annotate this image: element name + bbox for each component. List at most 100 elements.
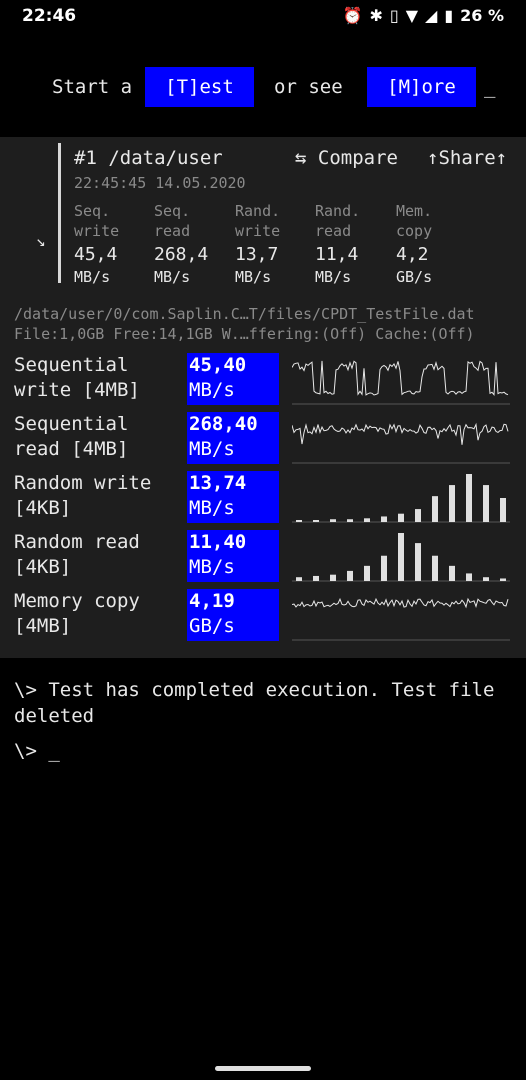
summary-label: Mem. — [396, 202, 433, 220]
summary-label: Seq. — [154, 202, 191, 220]
summary-value: 13,7 — [235, 244, 279, 265]
command-line: Start a [T]est or see [M]ore _ — [0, 66, 526, 108]
histogram-bar — [500, 498, 506, 522]
summary-unit: MB/s — [235, 268, 272, 286]
test-name: Sequential read [4MB] — [14, 413, 129, 460]
summary-unit: MB/s — [154, 268, 191, 286]
test-name: Memory copy [4MB] — [14, 590, 140, 637]
test-file-path: /data/user/0/com.Saplin.C…T/files/CPDT_T… — [14, 305, 475, 323]
test-name: Random write [4KB] — [14, 472, 152, 519]
histogram-bar — [398, 533, 404, 581]
summary-label: write — [74, 222, 120, 240]
summary-label: copy — [396, 222, 433, 240]
test-score: 11,40 MB/s — [187, 530, 279, 582]
histogram-bar — [364, 518, 370, 522]
results-panel: ↘ #1 /data/user ⇆ Compare ↑Share↑ 22:45:… — [0, 137, 526, 658]
compare-button[interactable]: ⇆ Compare — [295, 147, 398, 169]
result-timestamp: 22:45:45 14.05.2020 — [74, 174, 246, 192]
test-file-info: /data/user/0/com.Saplin.C…T/files/CPDT_T… — [14, 304, 475, 344]
histogram-bar — [432, 555, 438, 581]
histogram-bar — [330, 519, 336, 522]
summary-value: 11,4 — [315, 244, 359, 265]
seq-write-graph — [292, 360, 510, 405]
test-row-rand-read: Random read [4KB] 11,40 MB/s — [0, 530, 526, 582]
histogram-bar — [313, 575, 319, 581]
histogram-bar — [415, 543, 421, 581]
battery-percent: 26 % — [460, 6, 504, 25]
summary-label: read — [315, 222, 352, 240]
summary-seq-write: Seq. write 45,4 MB/s — [74, 201, 154, 287]
summary-mem-copy: Mem. copy 4,2 GB/s — [396, 201, 476, 287]
status-bar: 22:46 ⏰ ✱ ▯ ▼ ◢ ▮ 26 % — [0, 0, 526, 34]
summary-value: 268,4 — [154, 244, 209, 265]
histogram-bar — [449, 565, 455, 581]
cursor: _ — [484, 76, 496, 98]
graph-line — [292, 360, 509, 396]
test-score: 45,40 MB/s — [187, 353, 279, 405]
histogram-bar — [347, 570, 353, 581]
vibrate-icon: ▯ — [389, 6, 399, 25]
signal-icon: ◢ — [425, 6, 438, 25]
histogram-bar — [449, 485, 455, 522]
graph-line — [292, 597, 509, 609]
test-row-mem-copy: Memory copy [4MB] 4,19 GB/s — [0, 589, 526, 641]
battery-icon: ▮ — [444, 6, 454, 25]
histogram-bar — [313, 520, 319, 522]
result-divider — [58, 143, 61, 283]
console-message: \> Test has completed execution. Test fi… — [14, 679, 495, 727]
summary-label: Seq. — [74, 202, 111, 220]
wifi-icon: ▼ — [405, 6, 418, 25]
more-button[interactable]: [M]ore — [367, 67, 476, 107]
result-title: #1 /data/user — [74, 147, 223, 169]
histogram-bar — [330, 574, 336, 581]
histogram-bar — [296, 577, 302, 581]
histogram-bar — [483, 485, 489, 522]
test-score: 4,19 GB/s — [187, 589, 279, 641]
bluetooth-icon: ✱ — [369, 6, 383, 25]
gesture-nav-bar[interactable] — [215, 1066, 311, 1071]
test-score: 268,40 MB/s — [187, 412, 279, 464]
seq-read-graph — [292, 422, 510, 464]
share-button[interactable]: ↑Share↑ — [427, 147, 507, 169]
test-score: 13,74 MB/s — [187, 471, 279, 523]
histogram-bar — [415, 509, 421, 522]
summary-rand-write: Rand. write 13,7 MB/s — [235, 201, 315, 287]
command-middle: or see — [274, 76, 343, 98]
histogram-bar — [432, 496, 438, 522]
test-name: Sequential write [4MB] — [14, 354, 140, 401]
summary-value: 4,2 — [396, 244, 429, 265]
summary-label: read — [154, 222, 191, 240]
summary-seq-read: Seq. read 268,4 MB/s — [154, 201, 234, 287]
summary-unit: MB/s — [315, 268, 352, 286]
start-test-button[interactable]: [T]est — [145, 67, 254, 107]
histogram-bar — [381, 555, 387, 581]
summary-value: 45,4 — [74, 244, 118, 265]
test-name: Random read [4KB] — [14, 531, 140, 578]
histogram-bar — [483, 577, 489, 581]
histogram-bar — [466, 474, 472, 522]
clock: 22:46 — [22, 6, 77, 26]
alarm-icon: ⏰ — [342, 6, 363, 25]
rand-read-histogram — [292, 533, 510, 582]
histogram-bar — [466, 573, 472, 581]
test-file-params: File:1,0GB Free:14,1GB W.…ffering:(Off) … — [14, 325, 475, 343]
summary-unit: GB/s — [396, 268, 433, 286]
test-row-seq-write: Sequential write [4MB] 45,40 MB/s — [0, 353, 526, 405]
console-prompt[interactable]: \> _ — [14, 740, 60, 762]
status-icons: ⏰ ✱ ▯ ▼ ◢ ▮ 26 % — [343, 6, 504, 25]
histogram-bar — [347, 519, 353, 522]
test-row-rand-write: Random write [4KB] 13,74 MB/s — [0, 471, 526, 523]
histogram-bar — [296, 520, 302, 522]
summary-label: Rand. — [315, 202, 361, 220]
summary-rand-read: Rand. read 11,4 MB/s — [315, 201, 395, 287]
summary-unit: MB/s — [74, 268, 111, 286]
histogram-bar — [500, 578, 506, 581]
test-row-seq-read: Sequential read [4MB] 268,40 MB/s — [0, 412, 526, 464]
summary-label: write — [235, 222, 281, 240]
rand-write-histogram — [292, 474, 510, 523]
command-prefix: Start a — [52, 76, 133, 98]
collapse-arrow-icon[interactable]: ↘ — [36, 231, 46, 250]
histogram-bar — [398, 513, 404, 522]
histogram-bar — [381, 516, 387, 522]
histogram-bar — [364, 565, 370, 581]
